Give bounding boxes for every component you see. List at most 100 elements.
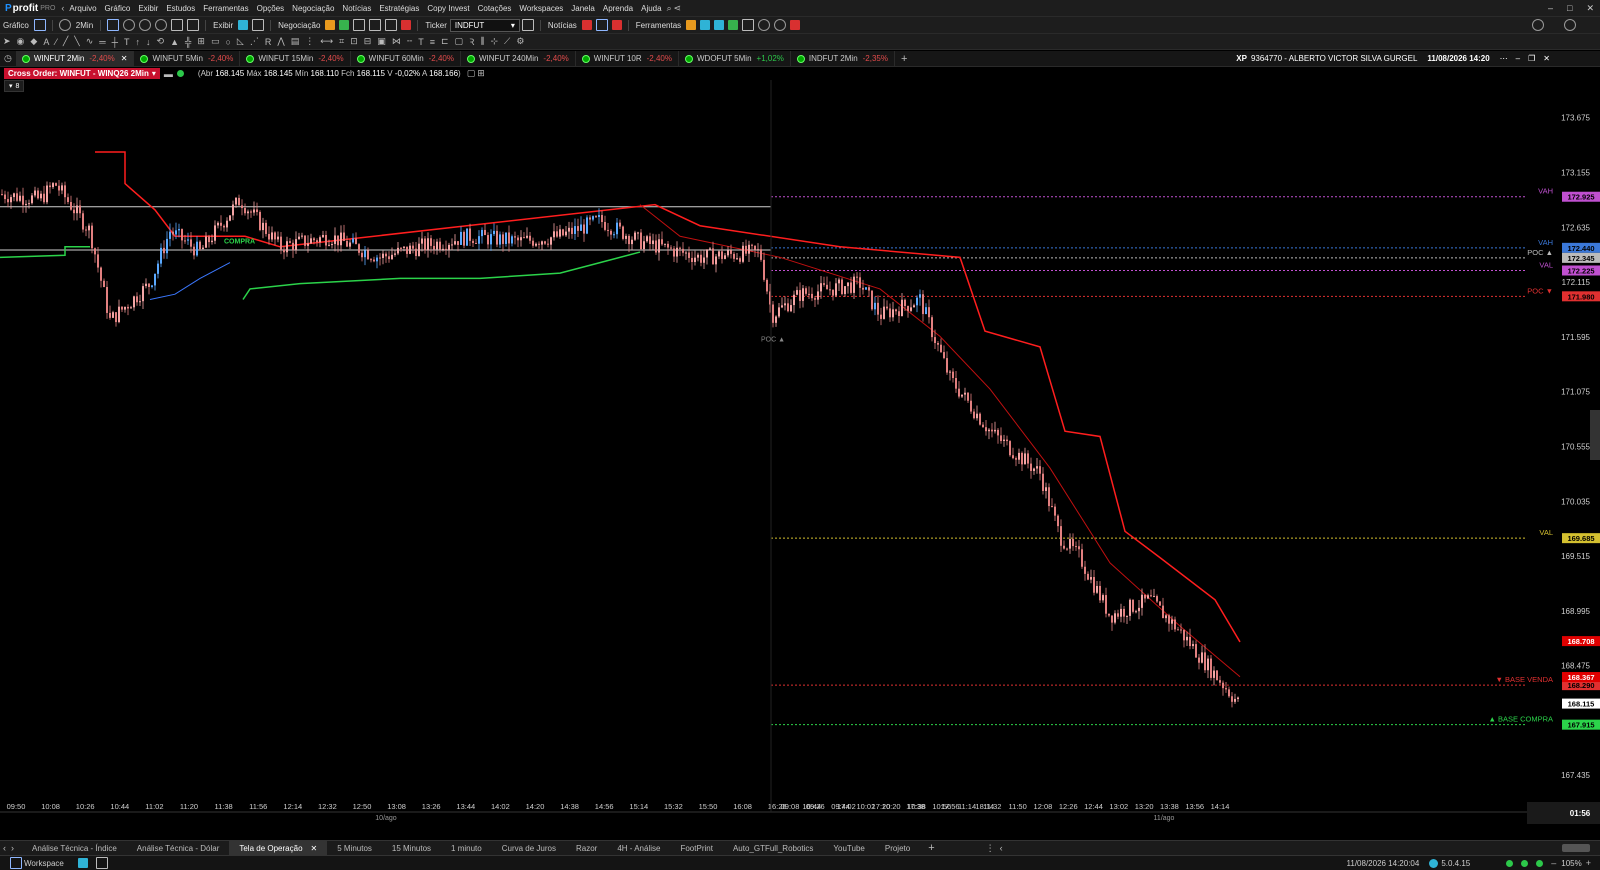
shield-icon[interactable] <box>401 20 412 30</box>
grid-icon[interactable] <box>353 19 366 31</box>
zoom-in-icon[interactable]: + <box>1586 858 1591 868</box>
draw-tool-icon-24[interactable]: ⋮ <box>305 36 314 47</box>
draw-tool-icon-40[interactable]: ⚙ <box>516 36 524 47</box>
zoom-fit-icon[interactable] <box>155 19 168 31</box>
window-min-icon[interactable]: – <box>1516 54 1520 63</box>
add-study-icon[interactable]: ⊞ <box>477 68 485 79</box>
menu-item-8[interactable]: Estratégias <box>375 4 423 13</box>
next-workspace-icon[interactable]: › <box>11 843 14 853</box>
order-c-icon[interactable] <box>325 20 336 30</box>
chart-tab-7[interactable]: INDFUT 2Min -2,35% <box>791 51 895 66</box>
menu-item-13[interactable]: Aprenda <box>599 4 637 13</box>
chart-tab-4[interactable]: WINFUT 240Min -2,40% <box>461 51 576 66</box>
cross-order-button[interactable]: Cross Order: WINFUT - WINQ26 2Min ▾ <box>4 68 160 79</box>
workspace-tab-11[interactable]: YouTube <box>823 841 874 855</box>
workspace-tab-2[interactable]: Tela de Operação ✕ <box>229 841 328 855</box>
indicator-icon[interactable] <box>187 19 200 31</box>
back-arrow-icon[interactable]: ‹ <box>61 3 64 13</box>
tab-clock-icon[interactable]: ◷ <box>4 53 12 64</box>
draw-tool-icon-23[interactable]: ▤ <box>291 36 300 47</box>
draw-tool-icon-30[interactable]: ⋈ <box>392 36 401 47</box>
menu-item-0[interactable]: Arquivo <box>65 4 100 13</box>
menu-item-10[interactable]: Cotações <box>474 4 516 13</box>
tool-chat-icon[interactable] <box>758 19 771 31</box>
draw-tool-icon-25[interactable]: ⟷ <box>320 36 333 47</box>
draw-tool-icon-11[interactable]: ↑ <box>136 37 141 47</box>
crosshair-icon[interactable] <box>171 19 184 31</box>
zoom-out-icon[interactable]: – <box>1551 858 1556 868</box>
tv-icon[interactable] <box>595 19 608 31</box>
workspace-tab-1[interactable]: Análise Técnica - Dólar <box>127 841 230 855</box>
draw-tool-icon-12[interactable]: ↓ <box>146 37 151 47</box>
workspace-tab-10[interactable]: Auto_GTFull_Robotics <box>723 841 823 855</box>
ticker-list-icon[interactable] <box>521 19 534 31</box>
draw-tool-icon-13[interactable]: ⟲ <box>157 36 165 47</box>
scroll-left-icon[interactable]: ‹ <box>1000 843 1003 853</box>
clock-icon[interactable] <box>58 19 71 31</box>
menu-item-3[interactable]: Estudos <box>162 4 199 13</box>
list-icon[interactable] <box>369 19 382 31</box>
workspace-tab-9[interactable]: FootPrint <box>670 841 722 855</box>
draw-tool-icon-29[interactable]: ▣ <box>377 36 386 47</box>
layout-icon[interactable] <box>238 20 249 30</box>
close-tab-icon[interactable]: ✕ <box>121 54 128 63</box>
draw-tool-icon-17[interactable]: ▭ <box>211 36 220 47</box>
zoom-out-icon[interactable] <box>139 19 152 31</box>
chart-tab-0[interactable]: WINFUT 2Min -2,40% ✕ <box>15 51 135 66</box>
draw-tool-icon-20[interactable]: ⋰ <box>250 36 259 47</box>
draw-tool-icon-39[interactable]: ⟋ <box>504 36 510 47</box>
horizontal-scrollbar[interactable] <box>1562 844 1590 852</box>
workspace-tab-4[interactable]: 15 Minutos <box>382 841 441 855</box>
draw-tool-icon-21[interactable]: R <box>265 37 272 47</box>
menu-item-5[interactable]: Opções <box>253 4 289 13</box>
search-icon[interactable]: ⌕ <box>667 3 672 14</box>
draw-tool-icon-5[interactable]: ╱ <box>63 36 68 47</box>
draw-tool-icon-14[interactable]: ▲ <box>170 37 179 47</box>
menu-item-9[interactable]: Copy Invest <box>423 4 473 13</box>
draw-tool-icon-0[interactable]: ➤ <box>3 36 11 47</box>
menu-item-12[interactable]: Janela <box>567 4 599 13</box>
ticker-select[interactable]: INDFUT ▾ <box>449 18 520 32</box>
book-icon[interactable] <box>385 19 398 31</box>
draw-tool-icon-8[interactable]: ═ <box>99 37 105 47</box>
close-workspace-icon[interactable]: ✕ <box>311 844 318 853</box>
menu-item-7[interactable]: Notícias <box>338 4 375 13</box>
draw-tool-icon-31[interactable]: ╌ <box>407 36 412 47</box>
workspace-label[interactable]: Workspace <box>24 859 64 868</box>
tool-alert-icon[interactable] <box>790 20 801 30</box>
line-tool-icon[interactable] <box>107 19 120 31</box>
gear-icon[interactable] <box>1564 19 1576 31</box>
lock-icon[interactable] <box>252 19 265 31</box>
menu-item-14[interactable]: Ajuda <box>637 4 665 13</box>
play-icon[interactable] <box>77 858 88 868</box>
draw-tool-icon-19[interactable]: ◺ <box>237 36 244 47</box>
chart-tab-2[interactable]: WINFUT 15Min -2,40% <box>240 51 351 66</box>
draw-tool-icon-38[interactable]: ⊹ <box>490 36 498 47</box>
workspace-tab-6[interactable]: Curva de Juros <box>492 841 566 855</box>
tool-timer-icon[interactable] <box>686 20 697 30</box>
draw-tool-icon-32[interactable]: T <box>418 37 424 47</box>
chart-tab-6[interactable]: WDOFUT 5Min +1,02% <box>679 51 791 66</box>
draw-tool-icon-2[interactable]: ◆ <box>30 36 37 47</box>
draw-tool-icon-4[interactable]: ⁄ <box>55 37 57 47</box>
menu-item-11[interactable]: Workspaces <box>515 4 567 13</box>
draw-tool-icon-37[interactable]: ⫼ <box>480 36 484 47</box>
tool-alarm-icon[interactable] <box>774 19 787 31</box>
share-icon[interactable]: ⋖ <box>674 3 682 14</box>
menu-item-1[interactable]: Gráfico <box>101 4 135 13</box>
prev-workspace-icon[interactable]: ‹ <box>3 843 6 853</box>
draw-tool-icon-16[interactable]: ⊞ <box>197 36 205 47</box>
workspace-tab-0[interactable]: Análise Técnica - Índice <box>22 841 127 855</box>
draw-tool-icon-33[interactable]: ≡ <box>430 37 435 47</box>
draw-tool-icon-18[interactable]: ○ <box>225 37 230 47</box>
window-restore-icon[interactable]: ❐ <box>1528 54 1535 63</box>
draw-tool-icon-6[interactable]: ╲ <box>74 36 79 47</box>
news-alert-icon[interactable] <box>611 20 622 30</box>
settings-icon[interactable] <box>1532 19 1544 31</box>
menu-item-6[interactable]: Negociação <box>288 4 338 13</box>
chart-type-icon[interactable] <box>33 19 46 31</box>
draw-tool-icon-27[interactable]: ⊡ <box>350 36 358 47</box>
order-v-icon[interactable] <box>339 20 350 30</box>
draw-tool-icon-15[interactable]: ╬ <box>185 37 191 47</box>
draw-tool-icon-28[interactable]: ⊟ <box>364 36 372 47</box>
